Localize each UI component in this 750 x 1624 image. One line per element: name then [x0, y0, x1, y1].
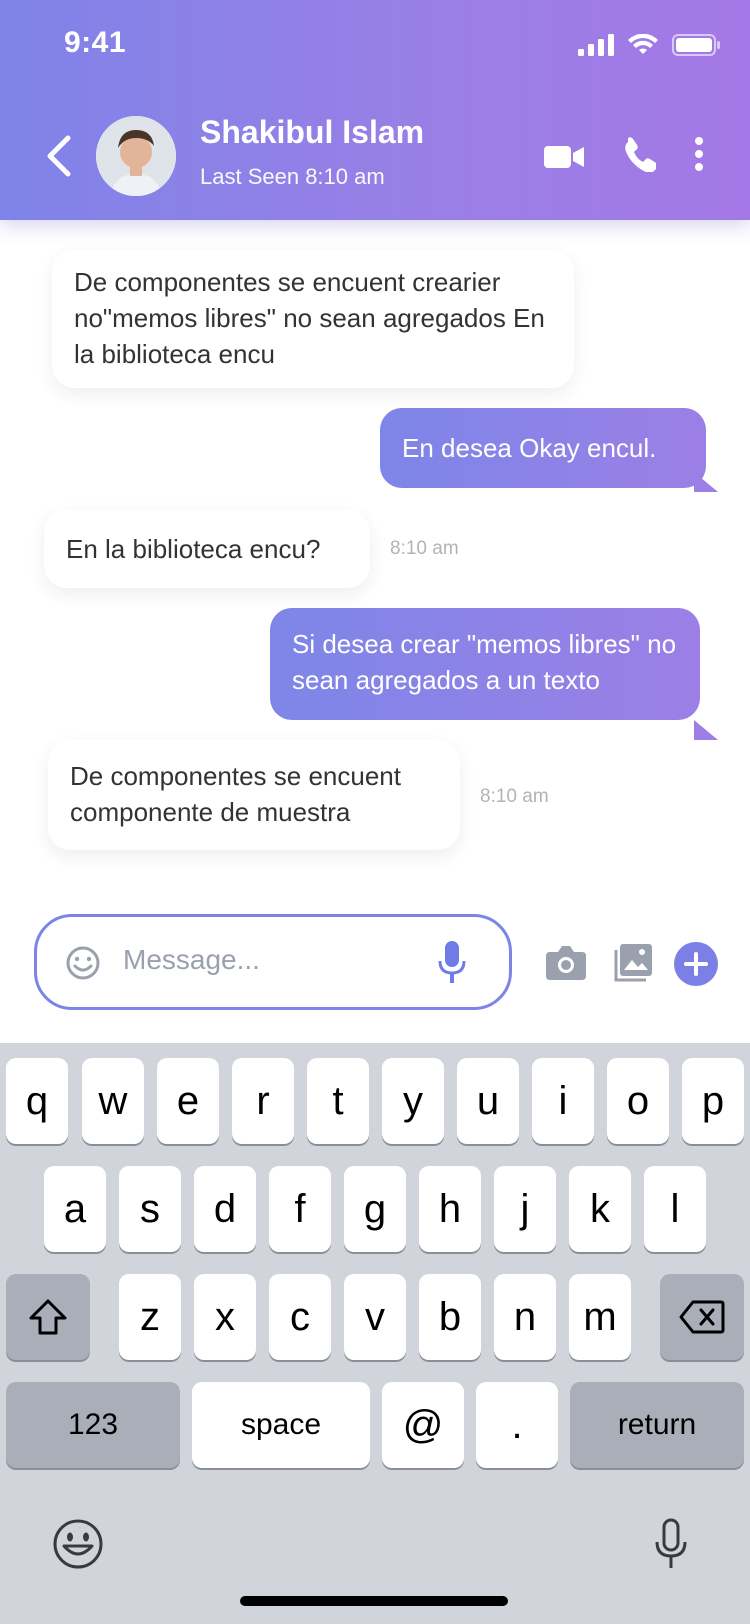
video-call-icon[interactable]	[544, 144, 584, 170]
message-timestamp: 8:10 am	[390, 538, 459, 559]
message-bubble-incoming[interactable]: En la biblioteca encu?	[44, 510, 370, 588]
at-key[interactable]: @	[382, 1382, 464, 1468]
message-input[interactable]: Message...	[34, 914, 512, 1010]
key-i[interactable]: i	[532, 1058, 594, 1144]
key-j[interactable]: j	[494, 1166, 556, 1252]
bubble-tail	[694, 720, 718, 740]
more-options-icon[interactable]	[694, 136, 704, 172]
signal-icon	[578, 34, 614, 56]
key-x[interactable]: x	[194, 1274, 256, 1360]
avatar[interactable]	[96, 116, 176, 196]
numbers-key[interactable]: 123	[6, 1382, 180, 1468]
period-key[interactable]: .	[476, 1382, 558, 1468]
message-placeholder: Message...	[123, 944, 260, 975]
message-text: En desea Okay encul.	[402, 433, 657, 463]
key-m[interactable]: m	[569, 1274, 631, 1360]
message-bubble-outgoing[interactable]: En desea Okay encul.	[380, 408, 706, 488]
key-u[interactable]: u	[457, 1058, 519, 1144]
message-timestamp: 8:10 am	[480, 786, 549, 807]
message-list[interactable]: De componentes se encuent crearier no"me…	[0, 220, 750, 860]
camera-icon[interactable]	[546, 944, 586, 980]
key-h[interactable]: h	[419, 1166, 481, 1252]
key-y[interactable]: y	[382, 1058, 444, 1144]
contact-name: Shakibul Islam	[200, 114, 425, 150]
key-q[interactable]: q	[6, 1058, 68, 1144]
key-v[interactable]: v	[344, 1274, 406, 1360]
gallery-icon[interactable]	[614, 944, 652, 982]
emoji-keyboard-icon[interactable]	[52, 1518, 104, 1570]
status-time: 9:41	[64, 26, 127, 59]
key-t[interactable]: t	[307, 1058, 369, 1144]
dictation-icon[interactable]	[654, 1518, 688, 1572]
phone-call-icon[interactable]	[620, 136, 656, 172]
key-z[interactable]: z	[119, 1274, 181, 1360]
space-key[interactable]: space	[192, 1382, 370, 1468]
key-d[interactable]: d	[194, 1166, 256, 1252]
message-text: De componentes se encuent componente de …	[70, 761, 401, 827]
return-key[interactable]: return	[570, 1382, 744, 1468]
key-n[interactable]: n	[494, 1274, 556, 1360]
delete-key[interactable]	[660, 1274, 744, 1360]
shift-key[interactable]	[6, 1274, 90, 1360]
key-r[interactable]: r	[232, 1058, 294, 1144]
shift-icon	[29, 1299, 67, 1335]
key-g[interactable]: g	[344, 1166, 406, 1252]
last-seen-text: Last Seen 8:10 am	[200, 164, 385, 189]
home-indicator	[240, 1596, 508, 1606]
key-l[interactable]: l	[644, 1166, 706, 1252]
key-c[interactable]: c	[269, 1274, 331, 1360]
add-attachment-button[interactable]	[674, 942, 718, 986]
battery-icon	[672, 34, 720, 56]
key-e[interactable]: e	[157, 1058, 219, 1144]
microphone-icon[interactable]	[437, 941, 467, 985]
key-b[interactable]: b	[419, 1274, 481, 1360]
message-bubble-incoming[interactable]: De componentes se encuent crearier no"me…	[52, 250, 574, 388]
message-text: Si desea crear "memos libres" no sean ag…	[292, 629, 677, 695]
message-bubble-incoming[interactable]: De componentes se encuent componente de …	[48, 740, 460, 850]
key-k[interactable]: k	[569, 1166, 631, 1252]
message-text: En la biblioteca encu?	[66, 534, 321, 564]
backspace-icon	[679, 1300, 725, 1334]
message-text: De componentes se encuent crearier no"me…	[74, 267, 545, 369]
key-p[interactable]: p	[682, 1058, 744, 1144]
back-button[interactable]	[40, 132, 80, 180]
status-icons	[578, 30, 720, 60]
emoji-icon[interactable]	[65, 945, 101, 981]
key-w[interactable]: w	[82, 1058, 144, 1144]
key-f[interactable]: f	[269, 1166, 331, 1252]
message-bubble-outgoing[interactable]: Si desea crear "memos libres" no sean ag…	[270, 608, 700, 720]
chat-header: 9:41 Shakibul Islam Last Seen 8:10 am	[0, 0, 750, 220]
avatar-image	[96, 116, 176, 196]
wifi-icon	[628, 34, 658, 54]
key-a[interactable]: a	[44, 1166, 106, 1252]
key-s[interactable]: s	[119, 1166, 181, 1252]
key-o[interactable]: o	[607, 1058, 669, 1144]
